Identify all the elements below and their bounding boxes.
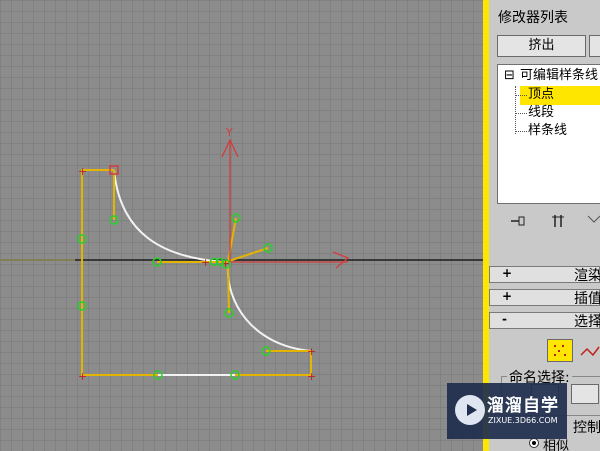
rollout-label: 渲染	[574, 268, 600, 284]
rollout-interpolation[interactable]: + 插值	[489, 289, 600, 307]
watermark-url: ZIXUE.3D66.COM	[488, 416, 558, 425]
spline-curve-lower	[226, 265, 312, 352]
vertex: +	[78, 370, 87, 383]
viewport-canvas[interactable]: Y + + + + + +	[0, 0, 483, 451]
play-icon	[455, 395, 485, 425]
stack-expander-icon[interactable]: ⊟	[504, 67, 515, 85]
move-gizmo	[221, 138, 350, 269]
pin-stack-icon[interactable]	[509, 212, 527, 230]
relative-radio[interactable]	[529, 438, 539, 448]
vertex: +	[78, 165, 87, 178]
rollout-toggle: -	[502, 312, 507, 326]
tree-line	[515, 86, 516, 134]
watermark-title: 溜溜自学	[487, 396, 559, 416]
paste-selection-button[interactable]	[571, 384, 599, 404]
spline-segment-bottom-right	[235, 351, 312, 376]
tangent-handle	[227, 217, 237, 263]
extrude-button[interactable]: 挤出	[497, 35, 586, 57]
modifier-list-dropdown[interactable]: 修改器列表	[489, 0, 600, 32]
rollout-selection[interactable]: - 选择	[489, 312, 600, 330]
stack-toolbar	[497, 204, 600, 242]
control-label: 控制	[571, 417, 600, 437]
stack-item-segment[interactable]: 线段	[528, 104, 554, 122]
stack-item-vertex[interactable]: 顶点	[528, 86, 554, 104]
tree-line	[515, 95, 527, 96]
segment-select-icon[interactable]	[579, 339, 600, 362]
spline-curve-upper	[113, 169, 227, 263]
rollout-label: 插值	[574, 291, 600, 307]
vertex: +	[307, 370, 316, 383]
show-end-result-icon[interactable]	[549, 212, 567, 230]
rollout-label: 选择	[574, 314, 600, 330]
make-unique-icon[interactable]	[585, 212, 600, 230]
handle-markers	[77, 213, 273, 380]
spline-shape	[81, 169, 312, 376]
stack-item-spline[interactable]: 样条线	[528, 122, 567, 140]
tree-line	[515, 113, 527, 114]
stack-item-editable-spline[interactable]: 可编辑样条线	[520, 67, 598, 85]
modifier-button-2[interactable]	[589, 35, 600, 57]
rollout-toggle: +	[502, 266, 513, 280]
vertex: +	[307, 345, 316, 358]
modifier-stack[interactable]: ⊟ 可编辑样条线 顶点 线段 样条线	[497, 64, 600, 204]
rollout-toggle: +	[502, 289, 513, 303]
tangent-handle	[227, 265, 230, 314]
tree-line	[515, 131, 527, 132]
modifier-list-label: 修改器列表	[498, 10, 568, 26]
vertex-select-icon[interactable]	[547, 339, 573, 362]
vertex: +	[201, 256, 210, 269]
gizmo-label-y: Y	[225, 126, 233, 139]
rollout-rendering[interactable]: + 渲染	[489, 266, 600, 284]
watermark: 溜溜自学 ZIXUE.3D66.COM	[447, 383, 567, 439]
viewport[interactable]: Y + + + + + +	[0, 0, 483, 451]
